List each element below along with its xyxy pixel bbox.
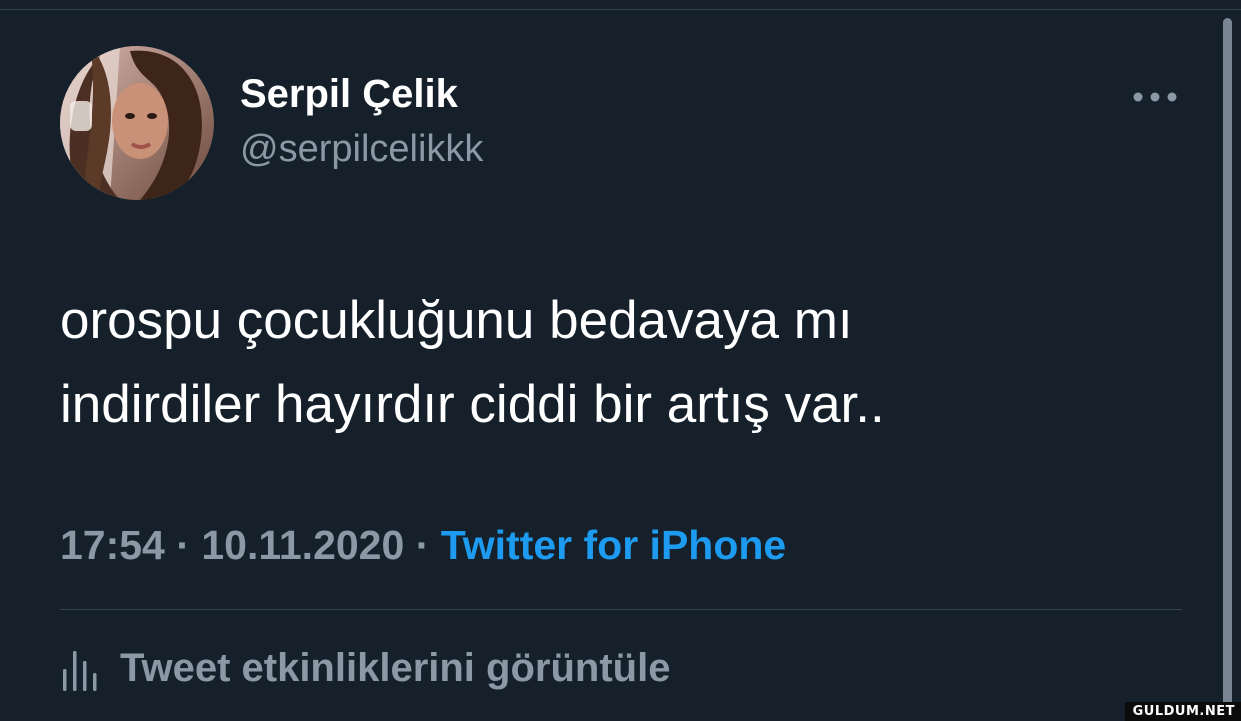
watermark: GULDUM.NET — [1124, 702, 1241, 721]
view-tweet-activity-label: Tweet etkinliklerini görüntüle — [120, 646, 671, 690]
meta-separator: · — [176, 522, 190, 568]
tweet-text-line: indirdiler hayırdır ciddi bir artış var.… — [60, 375, 885, 434]
tweet-text-line: orospu çocukluğunu bedavaya mı — [60, 291, 853, 350]
view-tweet-activity-button[interactable]: Tweet etkinliklerini görüntüle — [60, 646, 670, 691]
tweet-source-link[interactable]: Twitter for iPhone — [441, 522, 786, 568]
tweet-text: orospu çocukluğunu bedavaya mı indirdile… — [60, 279, 1160, 447]
author-handle[interactable]: @serpilcelikkk — [240, 128, 483, 171]
tweet-meta: 17:54 · 10.11.2020 · Twitter for iPhone — [60, 522, 786, 569]
meta-separator: · — [415, 522, 430, 568]
tweet-detail-page: Serpil Çelik @serpilcelikkk orospu çocuk… — [0, 0, 1241, 721]
more-options-button[interactable] — [1128, 82, 1182, 112]
top-divider — [0, 9, 1241, 10]
scrollbar[interactable] — [1223, 18, 1232, 718]
more-horizontal-icon — [1133, 92, 1177, 102]
avatar-photo — [60, 46, 214, 200]
bar-chart-icon — [63, 650, 97, 691]
author-display-name[interactable]: Serpil Çelik — [240, 72, 458, 117]
tweet-date[interactable]: 10.11.2020 — [201, 522, 404, 568]
avatar[interactable] — [60, 46, 214, 200]
tweet-time[interactable]: 17:54 — [60, 522, 165, 568]
section-divider — [60, 609, 1182, 610]
